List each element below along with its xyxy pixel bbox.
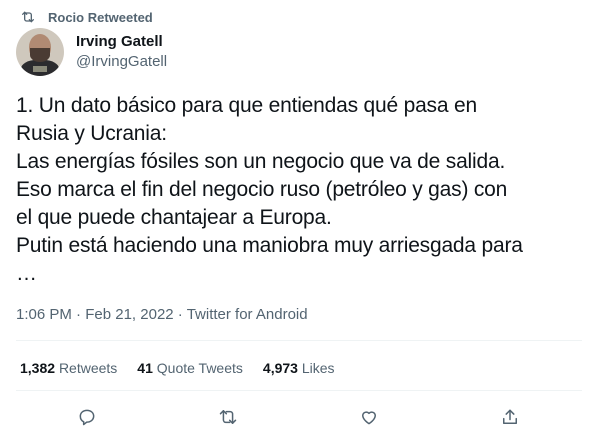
author-names: Irving Gatell @IrvingGatell: [76, 32, 167, 72]
tweet-meta: 1:06 PM · Feb 21, 2022 · Twitter for And…: [16, 305, 308, 325]
like-icon: [362, 411, 376, 425]
tweet-text: 1. Un dato básico para que entiendas qué…: [16, 94, 523, 285]
meta-separator: ·: [177, 306, 187, 323]
likes-count: 4,973: [262, 360, 298, 376]
reply-button[interactable]: [73, 403, 101, 431]
likes-label: Likes: [301, 360, 335, 376]
reply-icon: [79, 409, 95, 426]
tweet-time[interactable]: 1:06 PM: [16, 306, 72, 323]
retweets-label: Retweets: [58, 360, 118, 376]
avatar[interactable]: [16, 28, 64, 76]
retweets-count: 1,382: [20, 360, 56, 376]
meta-separator: ·: [76, 306, 86, 323]
divider: [16, 390, 582, 391]
divider: [16, 340, 582, 341]
author-handle[interactable]: @IrvingGatell: [76, 52, 167, 72]
retweet-icon: [20, 9, 36, 25]
action-bar: [0, 403, 598, 431]
share-button[interactable]: [496, 403, 524, 431]
retweet-button[interactable]: [214, 403, 242, 431]
tweet-stats: 1,382 Retweets 41 Quote Tweets 4,973 Lik…: [20, 358, 355, 378]
retweet-icon: [219, 410, 237, 424]
tweet-date[interactable]: Feb 21, 2022: [85, 306, 173, 323]
retweets-stat[interactable]: 1,382 Retweets: [20, 358, 117, 378]
likes-stat[interactable]: 4,973 Likes: [263, 358, 335, 378]
quote-tweets-stat[interactable]: 41 Quote Tweets: [137, 358, 243, 378]
retweet-banner[interactable]: Rocio Retweeted: [16, 8, 153, 26]
tweet-source[interactable]: Twitter for Android: [187, 306, 308, 323]
quote-tweets-count: 41: [137, 360, 153, 376]
retweet-banner-text: Rocio Retweeted: [48, 9, 153, 25]
tweet-header: Irving Gatell @IrvingGatell: [16, 28, 167, 76]
share-icon: [503, 409, 517, 424]
author-display-name[interactable]: Irving Gatell: [76, 32, 167, 52]
like-button[interactable]: [355, 403, 383, 431]
quote-tweets-label: Quote Tweets: [156, 360, 243, 376]
